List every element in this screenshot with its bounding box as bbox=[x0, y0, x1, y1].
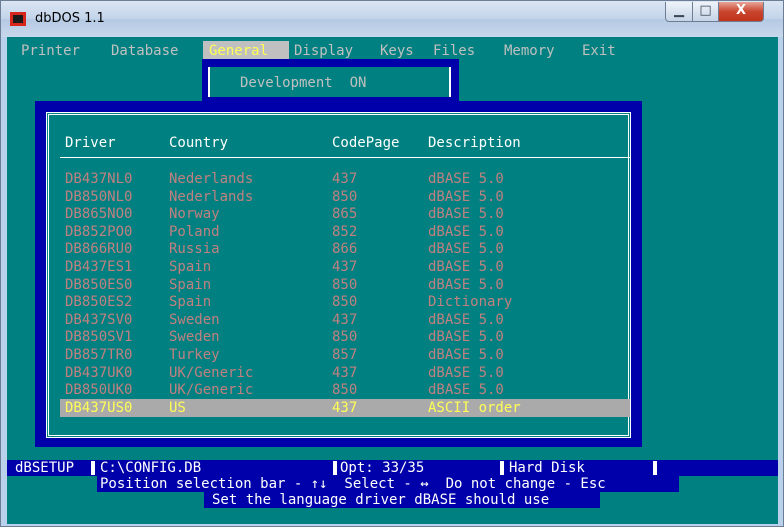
cell-country: UK/Generic bbox=[169, 365, 254, 381]
window-title: dbDOS 1.1 bbox=[35, 11, 105, 26]
cell-codepage: 437 bbox=[332, 365, 358, 381]
cell-description: dBASE 5.0 bbox=[428, 365, 504, 381]
cell-codepage: 437 bbox=[332, 171, 358, 187]
status-program: dBSETUP bbox=[15, 460, 75, 476]
menu-database[interactable]: Database bbox=[111, 43, 178, 59]
cell-country: Spain bbox=[169, 294, 212, 310]
cell-country: Spain bbox=[169, 277, 212, 293]
cell-driver: DB852PO0 bbox=[65, 224, 133, 240]
cell-driver: DB437NL0 bbox=[65, 171, 133, 187]
cell-description: dBASE 5.0 bbox=[428, 382, 504, 398]
menu-memory[interactable]: Memory bbox=[504, 43, 555, 59]
cell-description: Dictionary bbox=[428, 294, 513, 310]
language-driver-dialog: Driver Country CodePage Description DB43… bbox=[35, 101, 642, 447]
cell-codepage: 866 bbox=[332, 241, 358, 257]
cell-driver: DB857TR0 bbox=[65, 347, 133, 363]
dos-screen: Printer Database General Display Keys Fi… bbox=[7, 37, 778, 524]
cell-description: dBASE 5.0 bbox=[428, 171, 504, 187]
cell-driver: DB437US0 bbox=[65, 400, 133, 416]
status-separator bbox=[653, 461, 657, 475]
menu-files[interactable]: Files bbox=[433, 43, 475, 59]
cell-description: ASCII order bbox=[428, 400, 521, 416]
cell-country: UK/Generic bbox=[169, 382, 254, 398]
status-separator bbox=[500, 461, 504, 475]
submenu-inner: Development ON bbox=[208, 67, 451, 97]
cell-driver: DB850SV1 bbox=[65, 329, 133, 345]
menu-keys[interactable]: Keys bbox=[380, 43, 414, 59]
cell-country: Poland bbox=[169, 224, 220, 240]
cell-country: Russia bbox=[169, 241, 220, 257]
cell-country: US bbox=[169, 400, 186, 416]
cell-codepage: 850 bbox=[332, 277, 358, 293]
cell-codepage: 437 bbox=[332, 259, 358, 275]
cell-codepage: 437 bbox=[332, 400, 358, 416]
close-button[interactable]: X bbox=[718, 2, 764, 22]
cell-country: Sweden bbox=[169, 329, 220, 345]
cell-driver: DB850NL0 bbox=[65, 189, 133, 205]
cell-codepage: 437 bbox=[332, 312, 358, 328]
help-line-description: Set the language driver dBASE should use bbox=[204, 492, 600, 508]
status-file: C:\CONFIG.DB bbox=[100, 460, 202, 476]
cell-driver: DB865NO0 bbox=[65, 206, 133, 222]
cell-country: Turkey bbox=[169, 347, 220, 363]
cell-country: Nederlands bbox=[169, 189, 254, 205]
cell-description: dBASE 5.0 bbox=[428, 206, 504, 222]
app-window: dbDOS 1.1 ▁ □ X Printer Database General… bbox=[0, 0, 784, 527]
cell-driver: DB437UK0 bbox=[65, 365, 133, 381]
general-submenu: Development ON bbox=[202, 63, 459, 103]
cell-codepage: 850 bbox=[332, 329, 358, 345]
cell-country: Nederlands bbox=[169, 171, 254, 187]
col-header-country: Country bbox=[169, 135, 229, 151]
status-separator bbox=[91, 461, 95, 475]
header-divider bbox=[60, 157, 630, 158]
cell-driver: DB850ES2 bbox=[65, 294, 133, 310]
cell-description: dBASE 5.0 bbox=[428, 259, 504, 275]
driver-list: Driver Country CodePage Description DB43… bbox=[46, 112, 631, 438]
minimize-button[interactable]: ▁ bbox=[665, 2, 693, 22]
development-option[interactable]: Development ON bbox=[240, 75, 366, 91]
menu-exit[interactable]: Exit bbox=[582, 43, 616, 59]
col-header-driver: Driver bbox=[65, 135, 116, 151]
cell-driver: DB850UK0 bbox=[65, 382, 133, 398]
cell-codepage: 850 bbox=[332, 294, 358, 310]
cell-description: dBASE 5.0 bbox=[428, 347, 504, 363]
cell-description: dBASE 5.0 bbox=[428, 189, 504, 205]
cell-description: dBASE 5.0 bbox=[428, 224, 504, 240]
menu-general[interactable]: General bbox=[203, 41, 289, 59]
help-description-text: Set the language driver dBASE should use bbox=[212, 492, 550, 508]
cell-description: dBASE 5.0 bbox=[428, 329, 504, 345]
dbdos-app-icon[interactable] bbox=[10, 12, 26, 26]
help-line-keys: Position selection bar - ↑↓ Select - ↔ D… bbox=[97, 476, 679, 492]
title-bar[interactable]: dbDOS 1.1 ▁ □ X bbox=[1, 1, 783, 37]
status-opt: Opt: 33/35 bbox=[340, 460, 425, 476]
help-keys-text: Position selection bar - ↑↓ Select - ↔ D… bbox=[100, 476, 606, 492]
cell-codepage: 850 bbox=[332, 382, 358, 398]
maximize-button[interactable]: □ bbox=[692, 2, 719, 22]
cell-codepage: 852 bbox=[332, 224, 358, 240]
menu-general-label: General bbox=[209, 43, 269, 59]
cell-description: dBASE 5.0 bbox=[428, 241, 504, 257]
menu-printer[interactable]: Printer bbox=[21, 43, 80, 59]
cell-driver: DB437ES1 bbox=[65, 259, 133, 275]
cell-country: Sweden bbox=[169, 312, 220, 328]
cell-description: dBASE 5.0 bbox=[428, 277, 504, 293]
status-separator bbox=[333, 461, 337, 475]
menu-display[interactable]: Display bbox=[294, 43, 353, 59]
status-bar: dBSETUP C:\CONFIG.DB Opt: 33/35 Hard Dis… bbox=[7, 460, 778, 476]
cell-driver: DB850ES0 bbox=[65, 277, 133, 293]
cell-driver: DB437SV0 bbox=[65, 312, 133, 328]
cell-description: dBASE 5.0 bbox=[428, 312, 504, 328]
cell-driver: DB866RU0 bbox=[65, 241, 133, 257]
cell-codepage: 850 bbox=[332, 189, 358, 205]
cell-codepage: 857 bbox=[332, 347, 358, 363]
col-header-description: Description bbox=[428, 135, 521, 151]
cell-country: Norway bbox=[169, 206, 220, 222]
col-header-codepage: CodePage bbox=[332, 135, 400, 151]
status-disk: Hard Disk bbox=[509, 460, 585, 476]
cell-codepage: 865 bbox=[332, 206, 358, 222]
cell-country: Spain bbox=[169, 259, 212, 275]
